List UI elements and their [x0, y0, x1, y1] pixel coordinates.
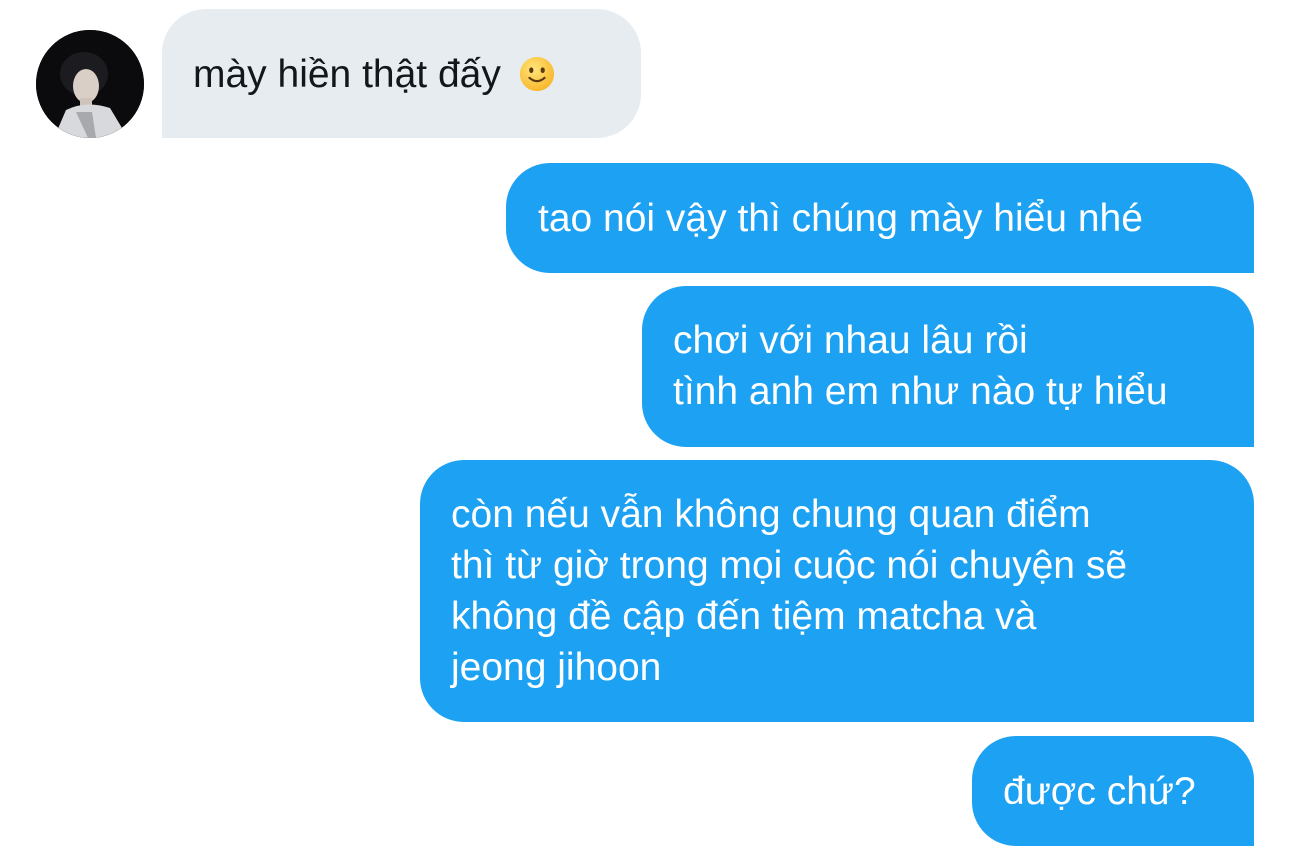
avatar-photo [36, 30, 144, 138]
sender-avatar[interactable] [36, 30, 144, 138]
sent-message-bubble[interactable]: còn nếu vẫn không chung quan điểm thì từ… [420, 460, 1254, 722]
slightly-smiling-face-emoji [518, 55, 556, 106]
sent-message-line: jeong jihoon [451, 646, 662, 689]
received-message-bubble[interactable]: mày hiền thật đấy [162, 9, 641, 138]
sent-message-line: được chứ? [1003, 770, 1196, 813]
sent-message-line: chơi với nhau lâu rồi [673, 319, 1028, 362]
sent-message-bubble[interactable]: chơi với nhau lâu rồi tình anh em như nà… [642, 286, 1254, 447]
sent-message-bubble[interactable]: tao nói vậy thì chúng mày hiểu nhé [506, 163, 1254, 273]
sent-message-line: còn nếu vẫn không chung quan điểm [451, 493, 1091, 536]
sent-message-line: tao nói vậy thì chúng mày hiểu nhé [538, 197, 1143, 240]
sent-message-line: tình anh em như nào tự hiểu [673, 370, 1168, 413]
sent-message-bubble[interactable]: được chứ? [972, 736, 1254, 846]
received-message-text: mày hiền thật đấy [193, 53, 501, 96]
sent-message-line: không đề cập đến tiệm matcha và [451, 595, 1037, 638]
sent-message-line: thì từ giờ trong mọi cuộc nói chuyện sẽ [451, 544, 1128, 587]
